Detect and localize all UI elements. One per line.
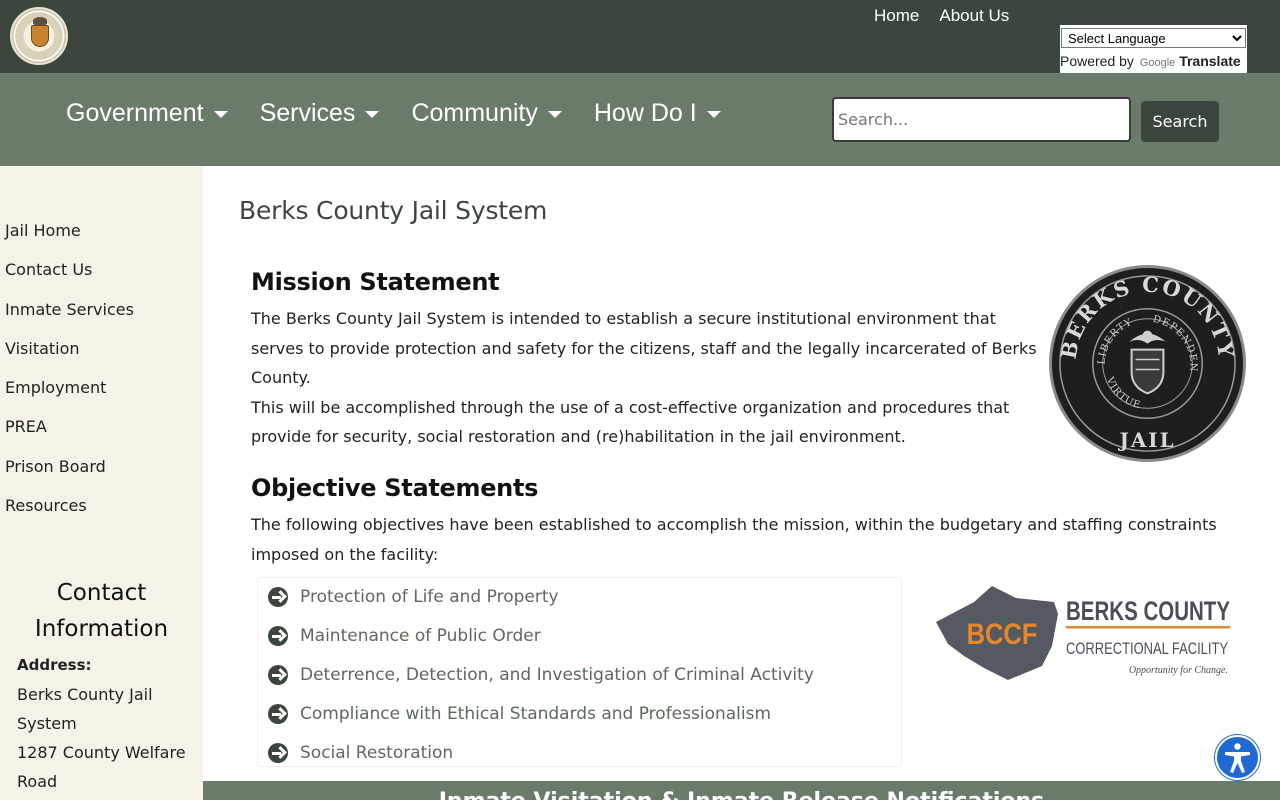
caret-down-icon: [706, 110, 721, 118]
google-logo: Google: [1139, 57, 1176, 69]
top-links: Home About Us: [874, 6, 1009, 26]
mission-paragraph-1: The Berks County Jail System is intended…: [251, 309, 1037, 387]
list-item[interactable]: Deterrence, Detection, and Investigation…: [268, 664, 814, 686]
objective-label: Maintenance of Public Order: [300, 626, 541, 646]
home-link[interactable]: Home: [874, 6, 919, 26]
powered-by-text: Powered by Google Translate: [1060, 53, 1241, 69]
bccf-line1-text: BERKS COUNTY: [1066, 596, 1230, 626]
main-menu: Government Services Community How Do I: [66, 98, 721, 128]
sidebar-item-resources[interactable]: Resources: [5, 495, 134, 534]
contact-info-body: Address: Berks County Jail System 1287 C…: [17, 651, 197, 796]
arrow-right-circle-icon: [268, 587, 288, 607]
mission-paragraph-2: This will be accomplished through the us…: [251, 397, 1010, 447]
objective-intro: The following objectives have been estab…: [251, 515, 1217, 564]
google-translate-widget: Select Language Powered by Google Transl…: [1060, 25, 1247, 73]
sidebar-nav: Jail Home Contact Us Inmate Services Vis…: [5, 220, 134, 534]
arrow-right-circle-icon: [268, 665, 288, 685]
address-label: Address:: [17, 656, 92, 674]
sidebar-item-prison-board[interactable]: Prison Board: [5, 456, 134, 495]
main-navbar: Government Services Community How Do I S…: [0, 73, 1280, 166]
bccf-logo: BCCF BERKS COUNTY CORRECTIONAL FACILITY …: [936, 586, 1230, 680]
sidebar-item-prea[interactable]: PREA: [5, 416, 134, 455]
objective-list: Protection of Life and Property Maintena…: [257, 577, 902, 767]
objective-label: Protection of Life and Property: [300, 587, 559, 607]
caret-down-icon: [547, 110, 562, 118]
nav-government-label: Government: [66, 99, 204, 127]
bccf-line2-text: CORRECTIONAL FACILITY: [1066, 639, 1228, 658]
page-title: Berks County Jail System: [239, 196, 548, 225]
seal-shield-icon: [1130, 348, 1165, 395]
objective-label: Deterrence, Detection, and Investigation…: [300, 665, 814, 685]
county-seal-logo[interactable]: [10, 7, 68, 65]
language-select[interactable]: Select Language: [1061, 28, 1246, 48]
sidebar-item-contact-us[interactable]: Contact Us: [5, 259, 134, 298]
berks-county-jail-seal: BERKS COUNTY JAIL LIBERTY INDEPENDENCE V…: [1048, 264, 1247, 463]
top-header: Home About Us Select Language Powered by…: [0, 0, 1280, 73]
notifications-banner-title: Inmate Visitation & Inmate Release Notif…: [203, 789, 1280, 800]
notifications-banner[interactable]: Inmate Visitation & Inmate Release Notif…: [203, 781, 1280, 800]
translate-link[interactable]: Translate: [1179, 53, 1240, 69]
seal-bottom-text: JAIL: [1117, 428, 1175, 452]
nav-how-do-i[interactable]: How Do I: [594, 98, 721, 128]
accessibility-person-icon: [1225, 743, 1250, 773]
address-line-1: Berks County Jail System: [17, 685, 153, 733]
shield-icon: [31, 25, 49, 47]
sidebar-item-jail-home[interactable]: Jail Home: [5, 220, 134, 259]
list-item[interactable]: Maintenance of Public Order: [268, 625, 541, 647]
nav-community[interactable]: Community: [411, 98, 562, 128]
address-line-2: 1287 County Welfare Road: [17, 743, 186, 791]
about-us-link[interactable]: About Us: [939, 6, 1009, 26]
list-item[interactable]: Protection of Life and Property: [268, 586, 559, 608]
contact-info-heading: Contact Information: [34, 580, 169, 642]
search-button[interactable]: Search: [1141, 101, 1219, 142]
caret-down-icon: [213, 110, 228, 118]
nav-services[interactable]: Services: [260, 98, 380, 128]
objective-label: Social Restoration: [300, 743, 454, 763]
objective-label: Compliance with Ethical Standards and Pr…: [300, 704, 772, 724]
arrow-right-circle-icon: [268, 704, 288, 724]
accessibility-button[interactable]: [1215, 735, 1260, 780]
nav-how-do-i-label: How Do I: [593, 99, 697, 127]
nav-government[interactable]: Government: [66, 98, 228, 128]
search-input[interactable]: [832, 97, 1131, 142]
list-item[interactable]: Social Restoration: [268, 742, 453, 764]
caret-down-icon: [365, 110, 380, 118]
mission-text: The Berks County Jail System is intended…: [251, 304, 1046, 452]
list-item[interactable]: Compliance with Ethical Standards and Pr…: [268, 703, 771, 725]
sidebar-item-visitation[interactable]: Visitation: [5, 338, 134, 377]
mission-heading: Mission Statement: [251, 268, 500, 296]
sidebar: Jail Home Contact Us Inmate Services Vis…: [0, 166, 203, 800]
sidebar-item-employment[interactable]: Employment: [5, 377, 134, 416]
sidebar-item-inmate-services[interactable]: Inmate Services: [5, 299, 134, 338]
powered-by-label: Powered by: [1060, 53, 1134, 69]
nav-services-label: Services: [259, 99, 356, 127]
bccf-abbr-text: BCCF: [967, 617, 1038, 650]
bccf-divider: [1066, 626, 1230, 629]
nav-community-label: Community: [411, 99, 538, 127]
bccf-tagline-text: Opportunity for Change.: [1129, 665, 1228, 676]
eagle-icon: [33, 17, 47, 25]
arrow-right-circle-icon: [268, 626, 288, 646]
arrow-right-circle-icon: [268, 743, 288, 763]
objective-heading: Objective Statements: [251, 474, 539, 502]
